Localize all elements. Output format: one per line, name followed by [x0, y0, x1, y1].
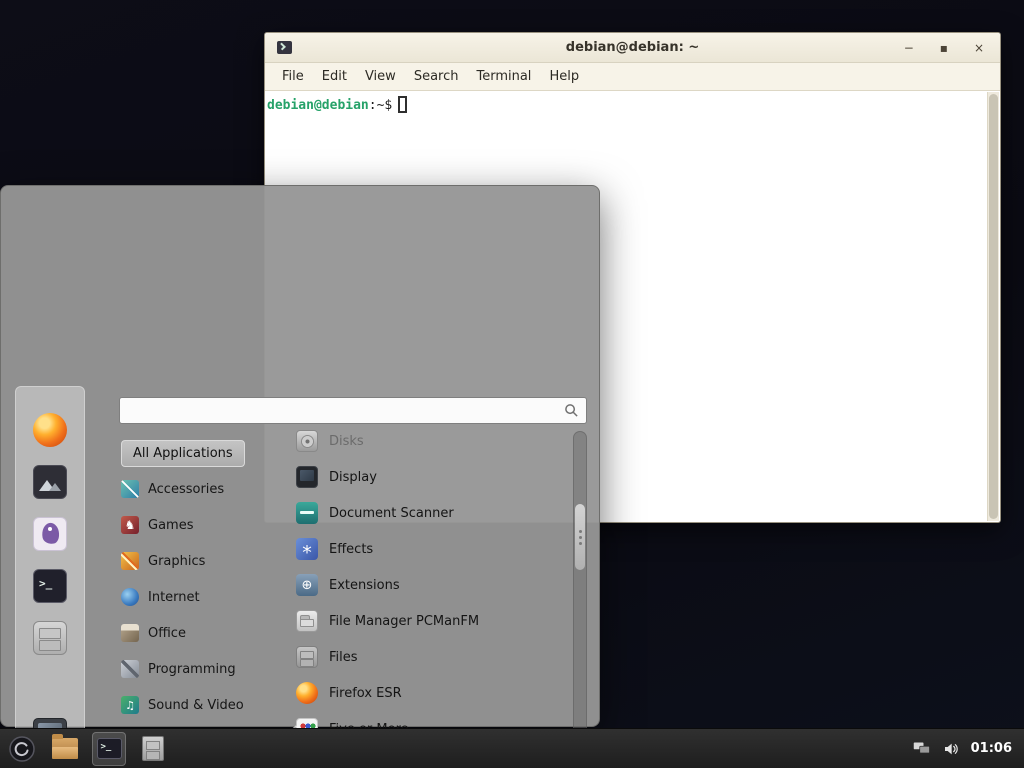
- search-icon: [564, 403, 579, 418]
- app-item-effects[interactable]: Effects: [290, 531, 570, 567]
- category-graphics[interactable]: Graphics: [121, 543, 291, 579]
- search-input[interactable]: [127, 398, 564, 423]
- files-icon: [142, 736, 164, 761]
- pictures-icon[interactable]: [33, 465, 67, 499]
- extensions-icon: [296, 574, 318, 596]
- app-item-document-scanner[interactable]: Document Scanner: [290, 495, 570, 531]
- category-internet[interactable]: Internet: [121, 579, 291, 615]
- maximize-button[interactable]: ▪: [940, 42, 948, 54]
- menu-edit[interactable]: Edit: [313, 65, 356, 88]
- minimize-button[interactable]: −: [904, 42, 914, 54]
- menu-view[interactable]: View: [356, 65, 405, 88]
- app-item-firefox-esr[interactable]: Firefox ESR: [290, 675, 570, 711]
- app-item-file-manager-pcmanfm[interactable]: File Manager PCManFM: [290, 603, 570, 639]
- terminal-scrollbar[interactable]: [987, 92, 999, 521]
- category-accessories[interactable]: Accessories: [121, 471, 291, 507]
- system-tray: 01:06: [913, 741, 1018, 757]
- games-icon: ♞: [121, 516, 139, 534]
- firefox-icon[interactable]: [33, 413, 67, 447]
- file-manager-icon[interactable]: [33, 621, 67, 655]
- terminal-scrollbar-thumb[interactable]: [989, 94, 998, 519]
- category-list: All Applications Accessories ♞ Games Gra…: [121, 435, 291, 768]
- sound-video-icon: ♫: [121, 696, 139, 714]
- files-launcher[interactable]: [136, 732, 170, 766]
- disks-icon: [296, 430, 318, 452]
- app-item-disks[interactable]: Disks: [290, 423, 570, 459]
- close-button[interactable]: ×: [974, 42, 984, 54]
- display-icon: [296, 466, 318, 488]
- folder-icon: [52, 738, 78, 759]
- pidgin-icon[interactable]: [33, 517, 67, 551]
- files-icon: [296, 646, 318, 668]
- category-sound-video[interactable]: ♫ Sound & Video: [121, 687, 291, 723]
- menu-sidebar: [15, 386, 85, 768]
- menu-search[interactable]: Search: [405, 65, 468, 88]
- category-programming[interactable]: Programming: [121, 651, 291, 687]
- terminal-icon: [97, 738, 122, 759]
- category-all-applications-label[interactable]: All Applications: [121, 440, 245, 467]
- favorites-group: [33, 413, 67, 655]
- terminal-titlebar[interactable]: debian@debian: ~ − ▪ ×: [265, 33, 1000, 63]
- search-box: [119, 397, 587, 424]
- window-controls: − ▪ ×: [904, 42, 988, 54]
- terminal-cursor: [398, 96, 407, 113]
- programming-icon: [121, 660, 139, 678]
- terminal-icon[interactable]: [33, 569, 67, 603]
- debian-swirl-icon: [9, 736, 35, 762]
- internet-globe-icon: [121, 588, 139, 606]
- terminal-menubar: File Edit View Search Terminal Help: [265, 63, 1000, 91]
- app-item-files[interactable]: Files: [290, 639, 570, 675]
- clock[interactable]: 01:06: [971, 741, 1012, 756]
- category-games[interactable]: ♞ Games: [121, 507, 291, 543]
- office-icon: [121, 624, 139, 642]
- effects-icon: [296, 538, 318, 560]
- menu-help[interactable]: Help: [540, 65, 588, 88]
- terminal-window-title: debian@debian: ~: [265, 40, 1000, 55]
- menu-file[interactable]: File: [273, 65, 313, 88]
- application-list: Disks Display Document Scanner Effects E…: [290, 423, 570, 768]
- category-office[interactable]: Office: [121, 615, 291, 651]
- network-icon[interactable]: [913, 741, 931, 756]
- taskbar-panel: 01:06: [0, 728, 1024, 768]
- app-list-scrollbar-thumb[interactable]: [575, 504, 585, 570]
- application-menu: All Applications Accessories ♞ Games Gra…: [0, 185, 600, 727]
- menu-terminal[interactable]: Terminal: [467, 65, 540, 88]
- menu-button[interactable]: [6, 733, 38, 765]
- accessories-icon: [121, 480, 139, 498]
- desktop: debian@debian: ~ − ▪ × File Edit View Se…: [0, 0, 1024, 768]
- volume-icon[interactable]: [943, 741, 959, 757]
- app-list-scrollbar[interactable]: [573, 431, 587, 768]
- prompt-path: :~$: [369, 98, 392, 113]
- document-scanner-icon: [296, 502, 318, 524]
- prompt-user-host: debian@debian: [267, 98, 369, 113]
- file-manager-launcher[interactable]: [48, 732, 82, 766]
- app-item-extensions[interactable]: Extensions: [290, 567, 570, 603]
- firefox-icon: [296, 682, 318, 704]
- pcmanfm-icon: [296, 610, 318, 632]
- app-item-display[interactable]: Display: [290, 459, 570, 495]
- graphics-icon: [121, 552, 139, 570]
- terminal-launcher-active[interactable]: [92, 732, 126, 766]
- terminal-window-icon: [277, 41, 292, 54]
- category-all-applications[interactable]: All Applications: [121, 435, 291, 471]
